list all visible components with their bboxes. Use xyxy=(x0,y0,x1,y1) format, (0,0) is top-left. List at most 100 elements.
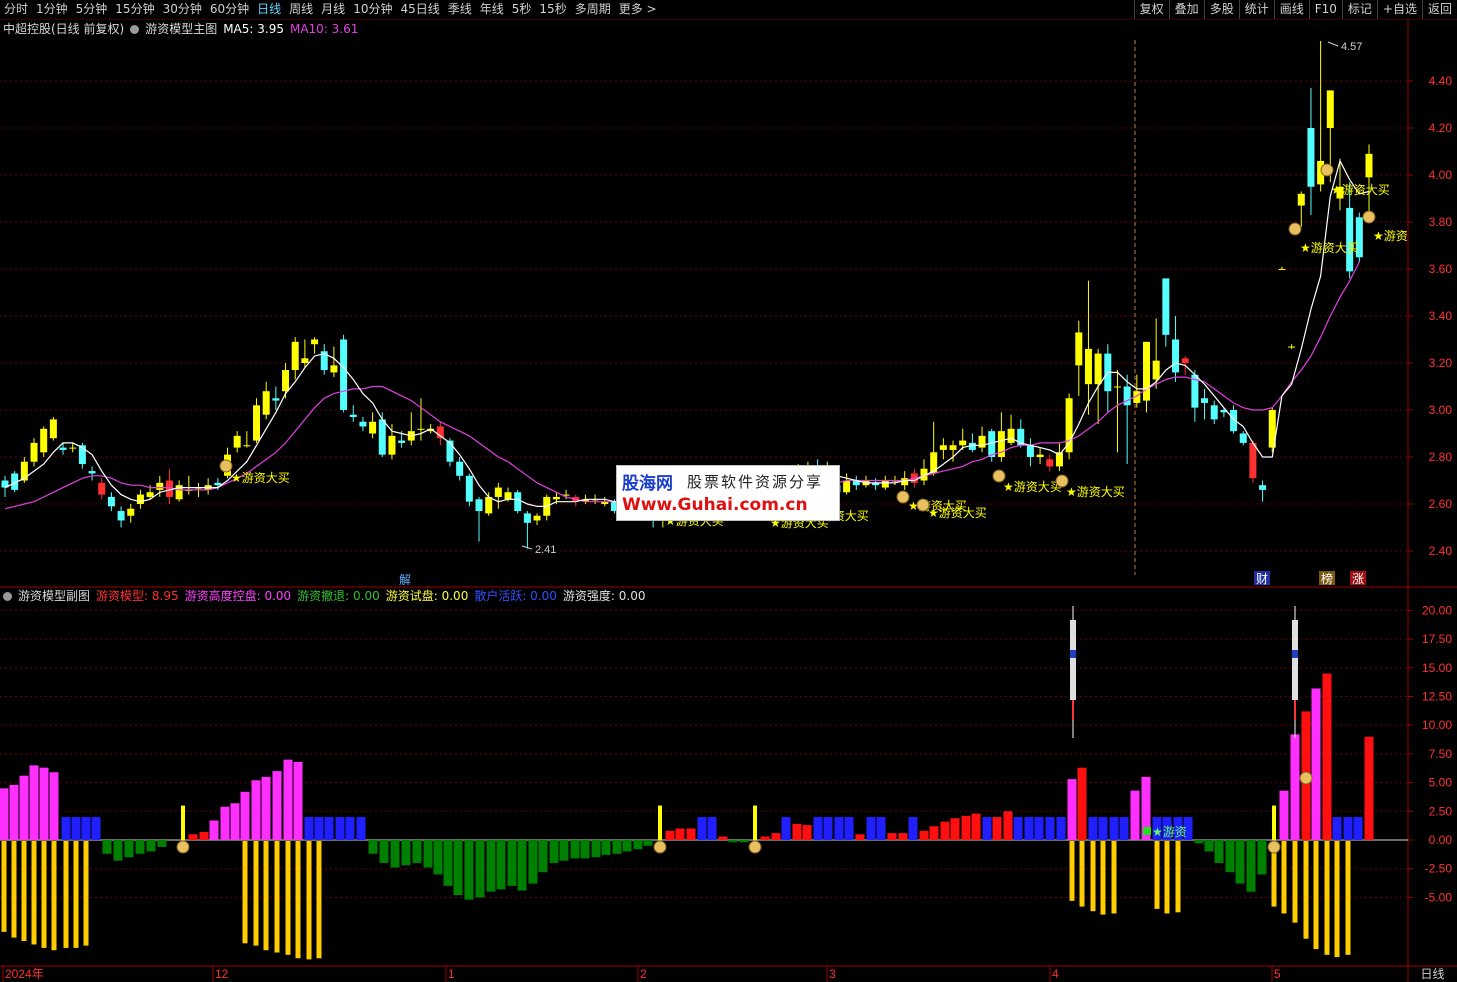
candle-body xyxy=(1172,339,1180,373)
sub-signal-square xyxy=(1143,827,1151,835)
indicator-bar xyxy=(771,833,781,840)
candle-body xyxy=(98,482,106,495)
indicator-bar xyxy=(591,840,601,858)
price-label: 3.00 xyxy=(1429,403,1453,417)
money-bag-icon xyxy=(1320,163,1334,177)
strength-bar xyxy=(242,841,248,944)
indicator-bar xyxy=(876,817,886,840)
indicator-bar xyxy=(1257,840,1267,875)
price-label: 3.20 xyxy=(1429,356,1453,370)
date-label: 5 xyxy=(1274,967,1281,981)
indicator-bar xyxy=(368,840,378,854)
strength-bar xyxy=(11,841,17,938)
indicator-bar xyxy=(356,817,366,840)
candle-body xyxy=(262,391,270,415)
sub-money-bag-icon xyxy=(748,840,762,854)
strength-bar xyxy=(31,841,37,945)
candle-body xyxy=(1036,454,1044,457)
indicator-bar xyxy=(19,775,29,840)
indicator-bar xyxy=(1214,840,1224,863)
indicator-bar xyxy=(982,817,992,840)
money-bag-icon xyxy=(1288,222,1302,236)
candle-body xyxy=(1113,386,1121,388)
candle-body xyxy=(1143,341,1151,401)
sub-axis-label: 7.50 xyxy=(1429,747,1453,761)
indicator-bar xyxy=(643,840,653,846)
strength-bar xyxy=(1069,841,1075,901)
candle-body xyxy=(1152,360,1160,380)
candle-body xyxy=(1162,278,1170,335)
strength-bar xyxy=(1154,841,1160,909)
candle-body xyxy=(30,442,38,462)
indicator-bar xyxy=(622,840,632,852)
indicator-bar xyxy=(29,765,39,840)
date-label: 2024年 xyxy=(5,967,44,981)
indicator-bar xyxy=(283,759,293,840)
candle-body xyxy=(504,492,512,500)
candle-body xyxy=(107,496,115,507)
indicator-bar xyxy=(1272,805,1276,840)
indicator-bar xyxy=(908,817,918,840)
indicator-bar xyxy=(240,791,250,840)
price-label: 2.40 xyxy=(1429,544,1453,558)
candle-body xyxy=(1075,332,1083,366)
indicator-bar xyxy=(538,840,548,873)
candle-body xyxy=(1278,269,1286,270)
candle-body xyxy=(1201,398,1209,403)
strength-bar xyxy=(1,841,7,932)
indicator-bar xyxy=(898,833,908,840)
candle-body xyxy=(843,480,851,493)
indicator-bar xyxy=(81,817,91,840)
indicator-bar xyxy=(866,817,876,840)
candle-body xyxy=(49,419,57,439)
strength-bar xyxy=(41,841,47,948)
candle-body xyxy=(243,445,251,447)
indicator-bar xyxy=(1246,840,1256,892)
timeframe-label[interactable]: 日线 xyxy=(1408,966,1457,982)
price-label: 3.40 xyxy=(1429,309,1453,323)
signal-label: ★游资大买 xyxy=(1066,485,1125,499)
indicator-bar xyxy=(940,821,950,840)
candle-body xyxy=(1346,207,1354,272)
price-label: 4.20 xyxy=(1429,121,1453,135)
sub-axis-label: 10.00 xyxy=(1422,718,1452,732)
strength-bar xyxy=(63,841,69,948)
indicator-bar xyxy=(433,840,443,875)
candle-body xyxy=(117,511,125,521)
indicator-bar xyxy=(802,825,812,840)
indicator-bar xyxy=(971,813,981,840)
indicator-bar xyxy=(199,831,209,840)
price-label: 3.80 xyxy=(1429,215,1453,229)
candle-body xyxy=(272,398,280,401)
sub-axis-label: 2.50 xyxy=(1429,804,1453,818)
indicator-bar xyxy=(1311,688,1321,840)
candle-body xyxy=(456,461,464,476)
indicator-bar xyxy=(91,817,101,840)
strength-bar xyxy=(73,841,79,948)
signal-label: ★游资大买 xyxy=(1003,480,1062,494)
candle-body xyxy=(349,414,357,418)
sub-axis-label: 12.50 xyxy=(1422,690,1452,704)
strength-bar xyxy=(306,841,312,960)
indicator-bar xyxy=(507,840,517,886)
money-bag-icon xyxy=(916,498,930,512)
strength-bar xyxy=(1164,841,1170,914)
candle-body xyxy=(1288,346,1296,348)
strength-bar xyxy=(21,841,27,942)
indicator-bar xyxy=(251,780,261,840)
indicator-bar xyxy=(718,836,728,840)
candle-body xyxy=(1307,128,1315,187)
date-label: 3 xyxy=(829,967,836,981)
indicator-bar xyxy=(753,805,757,840)
indicator-bar xyxy=(1353,817,1363,840)
price-label: 4.00 xyxy=(1429,168,1453,182)
indicator-bar xyxy=(345,817,355,840)
candle-body xyxy=(949,445,957,450)
candle-body xyxy=(881,480,889,488)
indicator-bar xyxy=(412,840,422,863)
signal-label: ★游资大买 xyxy=(928,506,987,520)
indicator-bar xyxy=(293,761,303,840)
candle-body xyxy=(359,421,367,427)
strength-bar xyxy=(1090,841,1096,912)
indicator-bar xyxy=(475,840,485,898)
